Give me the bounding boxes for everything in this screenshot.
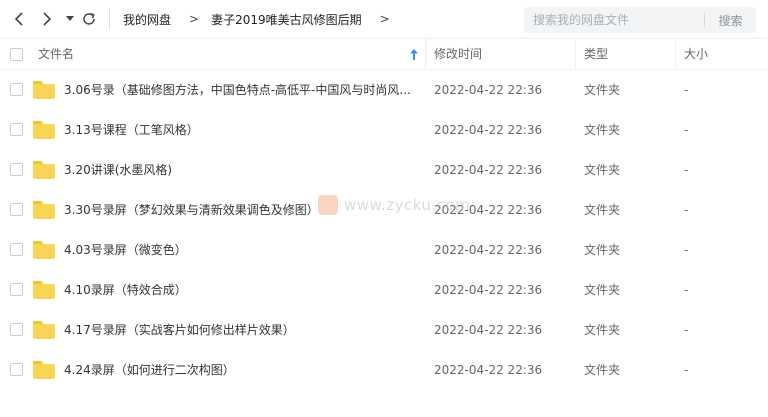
modified-time: 2022-04-22 22:36 bbox=[434, 243, 543, 257]
file-type: 文件夹 bbox=[584, 283, 621, 297]
file-size: - bbox=[684, 283, 689, 297]
search-box: 搜索 bbox=[524, 7, 756, 33]
breadcrumb-separator-icon: > bbox=[189, 12, 200, 26]
modified-time: 2022-04-22 22:36 bbox=[434, 323, 543, 337]
column-divider[interactable] bbox=[575, 39, 576, 70]
table-row[interactable]: 3.20讲课(水墨风格) 2022-04-22 22:36 文件夹 - bbox=[0, 150, 768, 190]
chevron-left-icon bbox=[14, 12, 23, 26]
search-input[interactable] bbox=[524, 8, 704, 32]
file-name[interactable]: 3.20讲课(水墨风格) bbox=[64, 150, 172, 190]
table-row[interactable]: 4.03号录屏（微变色） 2022-04-22 22:36 文件夹 - bbox=[0, 230, 768, 270]
folder-icon bbox=[33, 361, 55, 379]
sort-ascending-icon[interactable] bbox=[410, 49, 418, 60]
toolbar-divider bbox=[109, 8, 110, 30]
file-name[interactable]: 4.10录屏（特效合成） bbox=[64, 270, 187, 310]
file-type: 文件夹 bbox=[584, 323, 621, 337]
file-name[interactable]: 4.17号录屏（实战客片如何修出样片效果） bbox=[64, 310, 295, 350]
select-all-checkbox[interactable] bbox=[10, 48, 23, 61]
file-name[interactable]: 3.30号录屏（梦幻效果与清新效果调色及修图） bbox=[64, 190, 319, 230]
file-type: 文件夹 bbox=[584, 83, 621, 97]
breadcrumb-item-root[interactable]: 我的网盘 bbox=[123, 11, 171, 28]
folder-icon bbox=[33, 81, 55, 99]
triangle-down-icon bbox=[66, 16, 74, 21]
history-dropdown-button[interactable] bbox=[64, 8, 76, 30]
table-row[interactable]: 3.06号录（基础修图方法，中国色特点-高低平-中国风与时尚风... 2022-… bbox=[0, 70, 768, 110]
breadcrumb: 我的网盘 > 妻子2019唯美古风修图后期 > bbox=[123, 11, 402, 28]
modified-time: 2022-04-22 22:36 bbox=[434, 283, 543, 297]
column-header-modified[interactable]: 修改时间 bbox=[434, 39, 482, 70]
modified-time: 2022-04-22 22:36 bbox=[434, 163, 543, 177]
folder-icon bbox=[33, 321, 55, 339]
folder-icon bbox=[33, 121, 55, 139]
watermark-logo-icon bbox=[318, 195, 338, 215]
row-checkbox[interactable] bbox=[10, 323, 23, 336]
file-type: 文件夹 bbox=[584, 243, 621, 257]
table-row[interactable]: 4.17号录屏（实战客片如何修出样片效果） 2022-04-22 22:36 文… bbox=[0, 310, 768, 350]
table-row[interactable]: 4.24录屏（如何进行二次构图） 2022-04-22 22:36 文件夹 - bbox=[0, 350, 768, 390]
row-checkbox[interactable] bbox=[10, 283, 23, 296]
folder-icon bbox=[33, 161, 55, 179]
file-type: 文件夹 bbox=[584, 163, 621, 177]
back-button[interactable] bbox=[8, 8, 30, 30]
file-size: - bbox=[684, 163, 689, 177]
file-size: - bbox=[684, 243, 689, 257]
modified-time: 2022-04-22 22:36 bbox=[434, 123, 543, 137]
refresh-button[interactable] bbox=[78, 8, 100, 30]
row-checkbox[interactable] bbox=[10, 163, 23, 176]
file-type: 文件夹 bbox=[584, 363, 621, 377]
row-checkbox[interactable] bbox=[10, 363, 23, 376]
table-header: 文件名 修改时间 类型 大小 bbox=[0, 38, 768, 70]
file-size: - bbox=[684, 83, 689, 97]
watermark: www.zycku.com bbox=[318, 195, 470, 215]
file-size: - bbox=[684, 123, 689, 137]
file-type: 文件夹 bbox=[584, 123, 621, 137]
forward-button[interactable] bbox=[36, 8, 58, 30]
file-size: - bbox=[684, 363, 689, 377]
column-header-type[interactable]: 类型 bbox=[584, 39, 608, 70]
row-checkbox[interactable] bbox=[10, 123, 23, 136]
file-name[interactable]: 3.13号课程（工笔风格） bbox=[64, 110, 199, 150]
folder-icon bbox=[33, 201, 55, 219]
column-header-name[interactable]: 文件名 bbox=[38, 39, 74, 70]
column-divider[interactable] bbox=[675, 39, 676, 70]
file-name[interactable]: 4.24录屏（如何进行二次构图） bbox=[64, 350, 235, 390]
search-button[interactable]: 搜索 bbox=[705, 12, 756, 29]
column-divider[interactable] bbox=[425, 39, 426, 70]
file-type: 文件夹 bbox=[584, 203, 621, 217]
folder-icon bbox=[33, 241, 55, 259]
row-checkbox[interactable] bbox=[10, 243, 23, 256]
breadcrumb-separator-icon: > bbox=[379, 12, 390, 26]
file-size: - bbox=[684, 323, 689, 337]
column-header-size[interactable]: 大小 bbox=[684, 39, 708, 70]
table-row[interactable]: 3.13号课程（工笔风格） 2022-04-22 22:36 文件夹 - bbox=[0, 110, 768, 150]
chevron-right-icon bbox=[43, 12, 52, 26]
folder-icon bbox=[33, 281, 55, 299]
table-row[interactable]: 4.10录屏（特效合成） 2022-04-22 22:36 文件夹 - bbox=[0, 270, 768, 310]
watermark-text: www.zycku.com bbox=[344, 196, 471, 214]
file-name[interactable]: 4.03号录屏（微变色） bbox=[64, 230, 187, 270]
modified-time: 2022-04-22 22:36 bbox=[434, 83, 543, 97]
file-name[interactable]: 3.06号录（基础修图方法，中国色特点-高低平-中国风与时尚风... bbox=[64, 70, 411, 110]
row-checkbox[interactable] bbox=[10, 203, 23, 216]
refresh-icon bbox=[83, 13, 95, 25]
modified-time: 2022-04-22 22:36 bbox=[434, 363, 543, 377]
row-checkbox[interactable] bbox=[10, 83, 23, 96]
breadcrumb-item-current[interactable]: 妻子2019唯美古风修图后期 bbox=[211, 11, 362, 28]
file-size: - bbox=[684, 203, 689, 217]
